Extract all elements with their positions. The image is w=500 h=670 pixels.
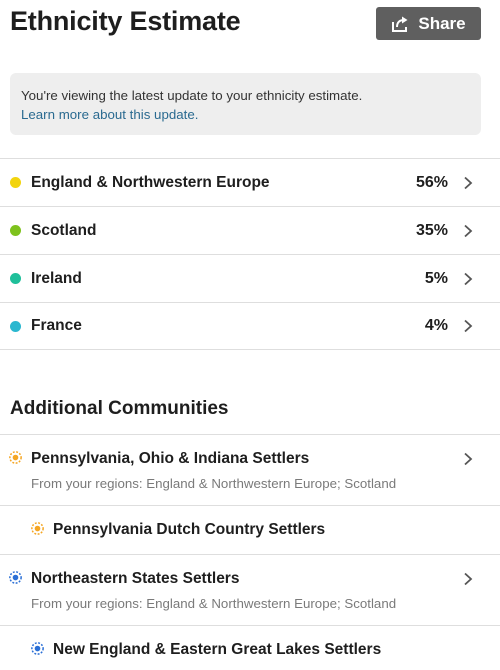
- chevron-right-icon: [464, 319, 473, 333]
- additional-communities-heading: Additional Communities: [10, 398, 229, 419]
- sub-community-name: New England & Eastern Great Lakes Settle…: [53, 641, 382, 658]
- page-title: Ethnicity Estimate: [10, 6, 241, 36]
- region-percent: 35%: [415, 221, 448, 239]
- region-row[interactable]: Scotland 35%: [0, 206, 500, 254]
- community-row[interactable]: Pennsylvania, Ohio & Indiana Settlers Fr…: [0, 434, 500, 505]
- share-label: Share: [418, 13, 466, 33]
- community-dot-icon: [9, 451, 22, 464]
- share-button[interactable]: Share: [376, 7, 481, 40]
- sub-community-row[interactable]: New England & Eastern Great Lakes Settle…: [0, 625, 500, 670]
- sub-community-row[interactable]: Pennsylvania Dutch Country Settlers: [0, 505, 500, 554]
- region-name: Scotland: [31, 221, 97, 239]
- community-dot-icon: [31, 642, 44, 655]
- community-dot-icon: [31, 522, 44, 535]
- chevron-right-icon: [464, 572, 473, 586]
- region-color-dot: [10, 225, 21, 236]
- sub-community-name: Pennsylvania Dutch Country Settlers: [53, 521, 326, 538]
- region-percent: 56%: [415, 173, 448, 191]
- community-source-regions: From your regions: England & Northwester…: [31, 476, 397, 491]
- community-row[interactable]: Northeastern States Settlers From your r…: [0, 554, 500, 625]
- region-color-dot: [10, 273, 21, 284]
- region-row[interactable]: England & Northwestern Europe 56%: [0, 158, 500, 206]
- region-percent: 4%: [424, 317, 448, 334]
- community-dot-icon: [9, 571, 22, 584]
- community-list: Pennsylvania, Ohio & Indiana Settlers Fr…: [0, 434, 500, 670]
- community-name: Northeastern States Settlers: [31, 570, 240, 587]
- region-row[interactable]: Ireland 5%: [0, 254, 500, 302]
- region-name: France: [31, 317, 82, 334]
- update-notice: You're viewing the latest update to your…: [10, 73, 481, 135]
- community-name: Pennsylvania, Ohio & Indiana Settlers: [31, 450, 310, 467]
- notice-text: You're viewing the latest update to your…: [21, 88, 363, 103]
- region-row[interactable]: France 4%: [0, 302, 500, 350]
- region-color-dot: [10, 177, 21, 188]
- chevron-right-icon: [464, 452, 473, 466]
- share-icon: [391, 16, 409, 32]
- chevron-right-icon: [464, 176, 473, 189]
- page-header: Ethnicity Estimate Share: [0, 0, 500, 52]
- region-name: England & Northwestern Europe: [31, 173, 270, 191]
- community-source-regions: From your regions: England & Northwester…: [31, 596, 397, 611]
- learn-more-link[interactable]: Learn more about this update.: [21, 105, 471, 124]
- chevron-right-icon: [464, 224, 473, 237]
- chevron-right-icon: [464, 272, 473, 285]
- region-list: England & Northwestern Europe 56% Scotla…: [0, 158, 500, 350]
- region-color-dot: [10, 320, 21, 332]
- region-percent: 5%: [424, 269, 448, 287]
- region-name: Ireland: [31, 269, 82, 287]
